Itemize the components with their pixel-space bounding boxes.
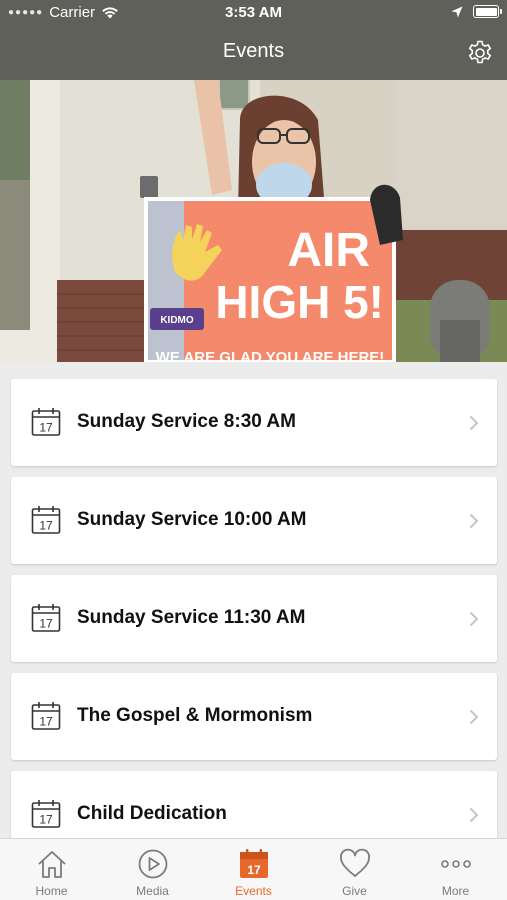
tab-home[interactable]: Home (1, 839, 102, 900)
tab-label: Give (342, 884, 367, 898)
event-title: Sunday Service 11:30 AM (77, 607, 306, 628)
tab-more[interactable]: More (405, 839, 506, 900)
sign-text-line1: AIR (287, 224, 370, 277)
event-title: Sunday Service 8:30 AM (77, 411, 296, 432)
calendar-icon: 17 (31, 604, 61, 632)
chevron-right-icon (469, 415, 479, 431)
tab-give[interactable]: Give (304, 839, 405, 900)
event-row[interactable]: 17 Child Dedication (11, 771, 497, 838)
chevron-right-icon (469, 513, 479, 529)
svg-text:17: 17 (247, 863, 261, 877)
tab-label: Media (136, 884, 169, 898)
location-arrow-icon (451, 6, 463, 17)
chevron-right-icon (469, 807, 479, 823)
event-title: Child Dedication (77, 803, 227, 824)
heart-icon (339, 848, 370, 877)
svg-text:17: 17 (39, 421, 53, 435)
hero-photo: AIR HIGH 5! KIDMO WE ARE GLAD YOU ARE HE… (0, 80, 507, 362)
event-title: The Gospel & Mormonism (77, 705, 313, 726)
tab-label: Home (35, 884, 68, 898)
tab-events[interactable]: 17 Events (203, 839, 304, 900)
event-row[interactable]: 17 Sunday Service 11:30 AM (11, 575, 497, 662)
page-title: Events (222, 40, 285, 62)
chevron-right-icon (469, 611, 479, 627)
calendar-icon: 17 (239, 849, 268, 878)
navigation-bar: Events (0, 26, 507, 80)
calendar-icon: 17 (31, 800, 61, 828)
hero-image: AIR HIGH 5! KIDMO WE ARE GLAD YOU ARE HE… (0, 80, 507, 362)
sign-bottom-text: WE ARE GLAD YOU ARE HERE! (156, 349, 385, 362)
calendar-icon: 17 (31, 408, 61, 436)
sign-text-line2: HIGH 5! (215, 276, 384, 328)
event-row[interactable]: 17 Sunday Service 10:00 AM (11, 477, 497, 564)
event-title: Sunday Service 10:00 AM (77, 509, 307, 530)
battery-icon (473, 5, 502, 18)
tab-label: More (441, 884, 470, 898)
svg-text:17: 17 (39, 519, 53, 533)
event-row[interactable]: 17 Sunday Service 8:30 AM (11, 379, 497, 466)
more-icon (440, 860, 471, 868)
event-row[interactable]: 17 The Gospel & Mormonism (11, 673, 497, 760)
calendar-icon: 17 (31, 506, 61, 534)
svg-text:17: 17 (39, 715, 53, 729)
calendar-icon: 17 (31, 702, 61, 730)
tab-media[interactable]: Media (102, 839, 203, 900)
sign-logo-text: KIDMO (160, 315, 194, 326)
settings-gear-icon[interactable] (467, 40, 493, 66)
status-time: 3:53 AM (225, 4, 282, 21)
tab-bar: Home Media 17 Events Give More (0, 838, 507, 900)
svg-text:17: 17 (39, 813, 53, 827)
tab-label: Events (235, 884, 272, 898)
svg-text:17: 17 (39, 617, 53, 631)
status-bar: ●●●●● Carrier 3:53 AM (0, 0, 507, 26)
play-icon (138, 849, 167, 879)
events-list: 17 Sunday Service 8:30 AM 17 Sunday Serv… (0, 362, 507, 838)
chevron-right-icon (469, 709, 479, 725)
status-right (451, 5, 502, 18)
home-icon (37, 851, 66, 878)
